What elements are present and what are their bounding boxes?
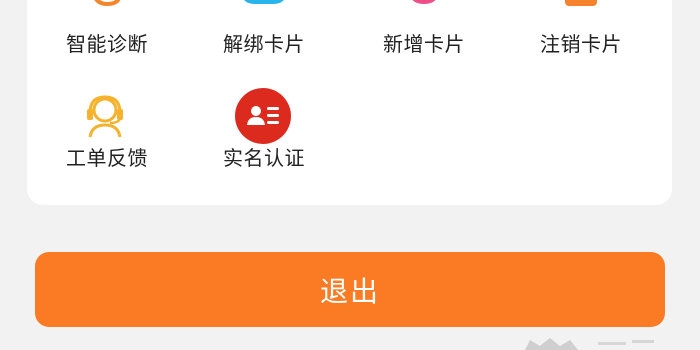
service-item-add-card[interactable]: 新增卡片: [344, 0, 504, 60]
service-item-real-name[interactable]: 实名认证: [184, 88, 344, 185]
service-label-diagnose: 智能诊断: [66, 32, 148, 56]
logout-button[interactable]: 退出: [35, 252, 665, 327]
service-label-real-name: 实名认证: [223, 146, 305, 170]
customer-service-icon: [87, 95, 123, 138]
add-card-icon: [412, 0, 436, 4]
service-item-diagnose[interactable]: 智能诊断: [27, 0, 187, 60]
service-label-unbind-card: 解绑卡片: [223, 32, 305, 56]
cancel-card-icon: [565, 0, 597, 6]
service-item-ticket-feedback[interactable]: 工单反馈: [27, 90, 187, 185]
service-label-add-card: 新增卡片: [383, 32, 465, 56]
unbind-card-icon: [244, 0, 284, 4]
diagnose-icon: [94, 0, 121, 7]
services-card: 智能诊断 解绑卡片 新增卡片 注销卡片 工单反馈 实名认证: [27, 0, 672, 205]
service-item-unbind-card[interactable]: 解绑卡片: [184, 0, 344, 60]
id-card-icon: [235, 88, 291, 144]
service-label-cancel-card: 注销卡片: [540, 32, 622, 56]
service-item-cancel-card[interactable]: 注销卡片: [501, 0, 661, 60]
watermark-logo: [525, 338, 654, 350]
service-label-ticket-feedback: 工单反馈: [66, 146, 148, 170]
